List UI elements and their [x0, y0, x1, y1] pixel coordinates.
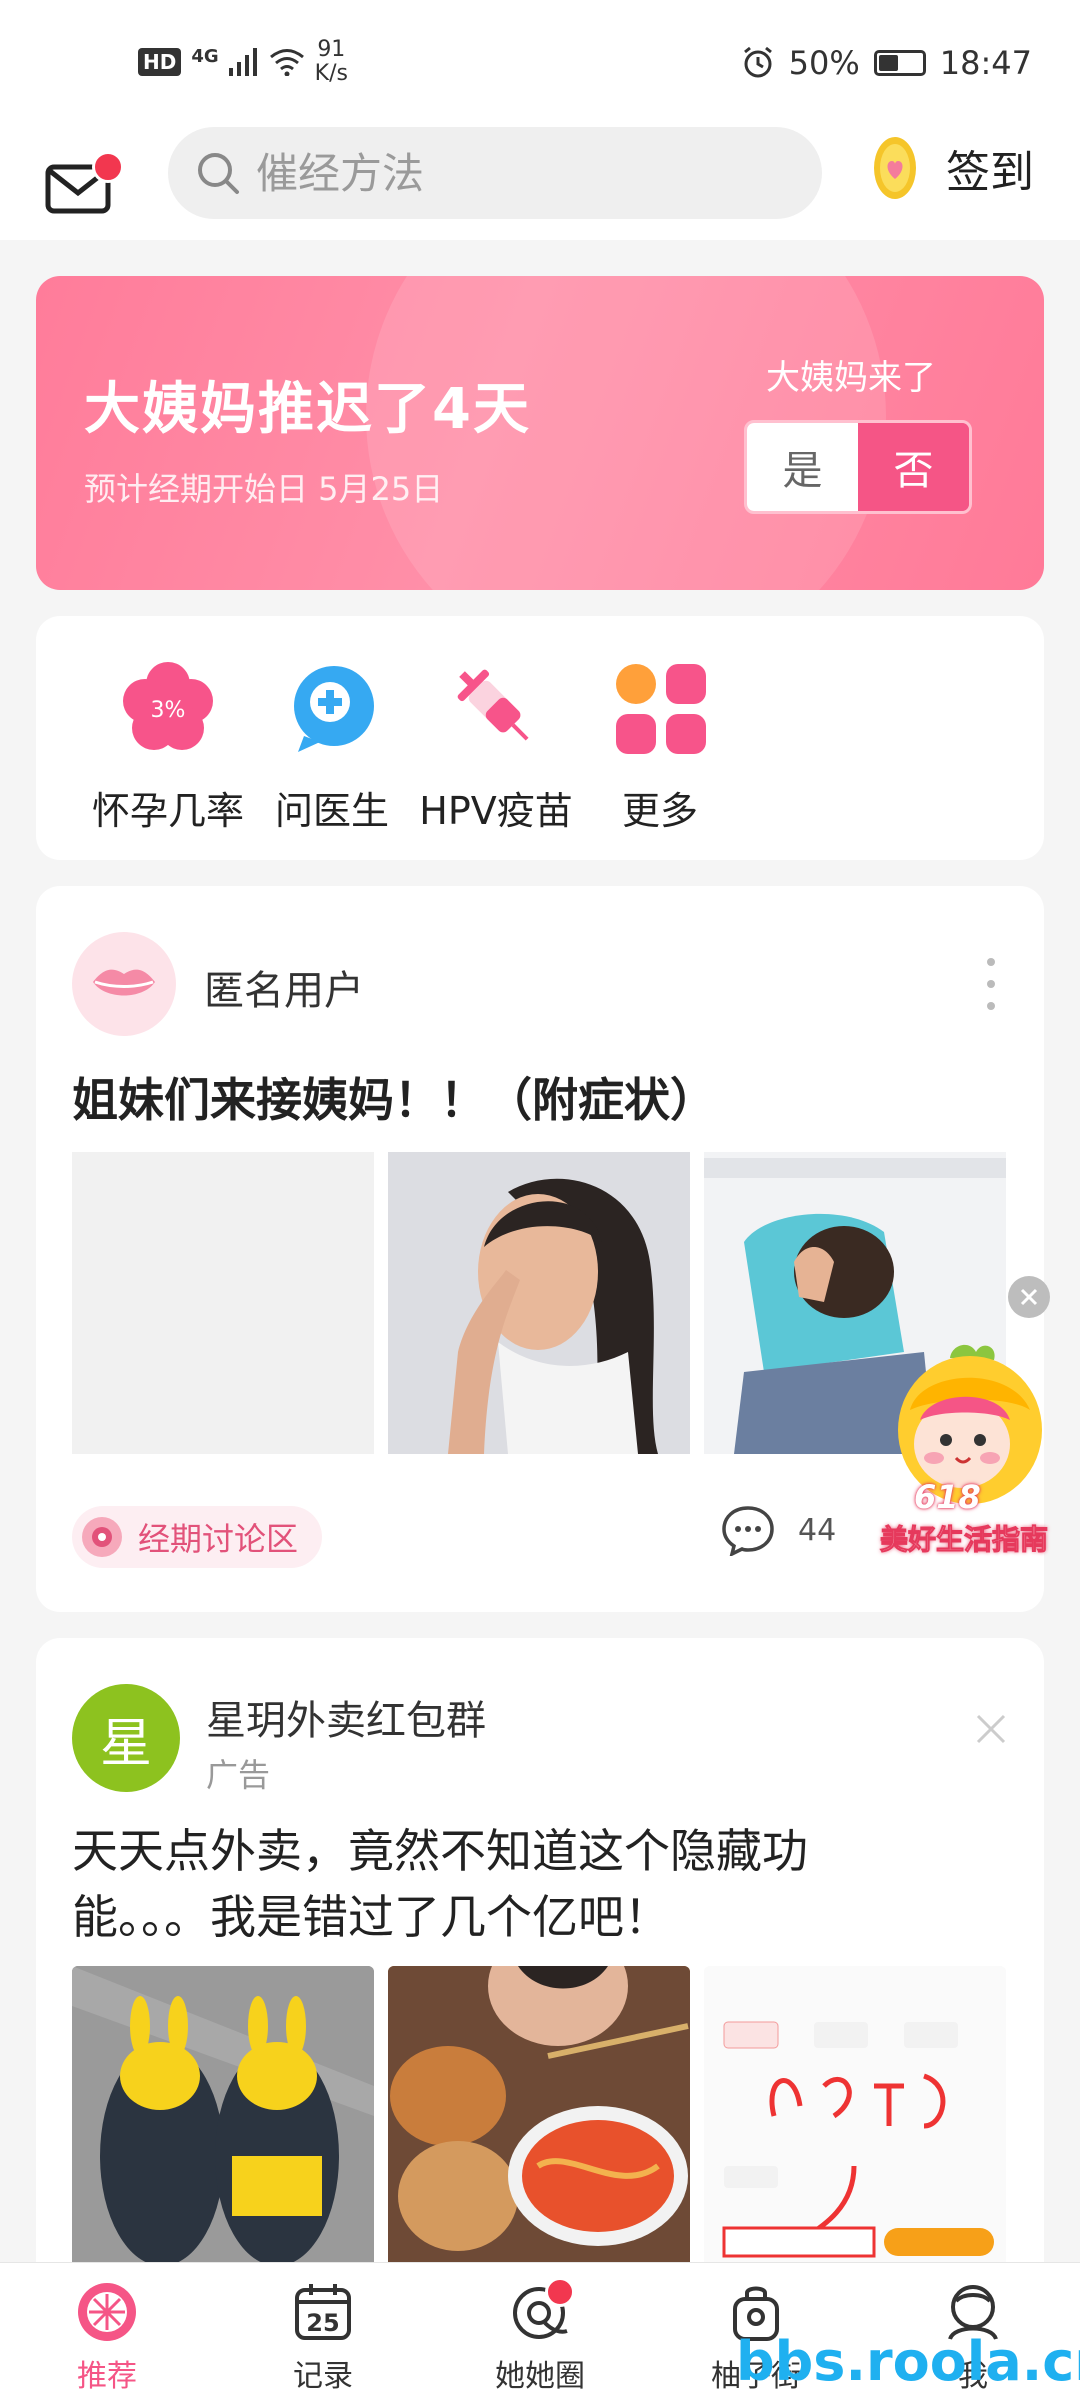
promo-close-button[interactable]: [1008, 1276, 1050, 1318]
wifi-icon: [269, 49, 304, 76]
doctor-chat-icon: [282, 658, 382, 758]
status-bar: HD 4G 91 K/s 50% 18:47: [0, 0, 1080, 125]
promo-618-badge: 618: [914, 1478, 981, 1516]
checkin-label: 签到: [946, 147, 1034, 198]
period-expected-date: 预计经期开始日 5月25日: [84, 470, 444, 508]
nav-community[interactable]: 她她圈: [465, 2277, 615, 2395]
quick-tools: 3% 怀孕几率 问医生 HPV疫苗 更多: [36, 616, 1044, 860]
nav-record[interactable]: 25 记录: [248, 2281, 398, 2395]
close-icon: [1020, 1288, 1038, 1306]
status-right: 50% 18:47: [741, 44, 1032, 82]
flower-icon: 3%: [118, 658, 218, 758]
mail-button[interactable]: [44, 145, 128, 221]
ad-image[interactable]: [704, 1966, 1006, 2268]
ad-image[interactable]: [72, 1966, 374, 2268]
speed-value: 91: [317, 37, 346, 62]
topic-tag[interactable]: 经期讨论区: [72, 1506, 323, 1568]
checkin-button[interactable]: 签到: [872, 135, 1034, 201]
post-image[interactable]: [72, 1152, 374, 1454]
svg-text:25: 25: [306, 2309, 339, 2337]
notification-dot: [92, 151, 124, 183]
comment-button[interactable]: 44: [720, 1504, 836, 1556]
nav-label: 记录: [293, 2359, 353, 2394]
no-button[interactable]: 否: [858, 423, 969, 511]
nav-recommend[interactable]: 推荐: [32, 2281, 182, 2395]
period-arrived-question: 大姨妈来了: [766, 358, 936, 398]
battery-icon: [873, 50, 926, 76]
battery-level: [878, 55, 898, 71]
more-options-icon[interactable]: [986, 956, 996, 1012]
yes-button[interactable]: 是: [747, 423, 858, 511]
watermark-text: bbs.roola.cn: [736, 2330, 1080, 2393]
period-status-card[interactable]: 大姨妈推迟了4天 预计经期开始日 5月25日 大姨妈来了 是 否: [36, 276, 1044, 590]
topic-label: 经期讨论区: [138, 1520, 299, 1558]
network-speed: 91 K/s: [315, 38, 348, 86]
ad-text[interactable]: 天天点外卖，竟然不知道这个隐藏功能。。。我是错过了几个亿吧！: [72, 1818, 912, 1950]
coin-icon: [874, 137, 916, 199]
search-bar[interactable]: [168, 127, 822, 219]
avatar[interactable]: [72, 932, 176, 1036]
grid-icon: [610, 658, 710, 758]
ad-author[interactable]: 星玥外卖红包群: [206, 1688, 486, 1746]
speed-unit: K/s: [314, 61, 348, 86]
promo-floating-badge[interactable]: 618 美好生活指南: [879, 1340, 1050, 1570]
nav-label: 推荐: [77, 2359, 137, 2394]
notification-dot: [545, 2277, 575, 2307]
network-type: 4G: [191, 45, 219, 67]
close-icon[interactable]: [974, 1712, 1008, 1746]
comment-icon: [722, 1506, 774, 1556]
avatar[interactable]: 星: [72, 1684, 180, 1792]
period-arrived-toggle: 是 否: [744, 420, 972, 514]
search-icon: [198, 153, 239, 194]
comment-count: 44: [798, 1512, 837, 1548]
clock: 18:47: [939, 44, 1032, 82]
period-delay-title: 大姨妈推迟了4天: [84, 377, 531, 442]
ad-card[interactable]: 星 星玥外卖红包群 广告 天天点外卖，竟然不知道这个隐藏功能。。。我是错过了几个…: [36, 1638, 1044, 2358]
post-image[interactable]: [388, 1152, 690, 1454]
tool-label: 更多: [621, 789, 698, 833]
status-left: HD 4G 91 K/s: [138, 38, 348, 86]
hd-badge: HD: [138, 48, 182, 76]
ad-label: 广告: [206, 1756, 271, 1794]
svg-text:3%: 3%: [151, 698, 186, 723]
alarm-icon: [743, 46, 772, 78]
search-input[interactable]: [254, 147, 778, 199]
promo-label: 美好生活指南: [879, 1523, 1049, 1557]
tool-more[interactable]: 更多: [560, 658, 760, 835]
syringe-icon: [446, 658, 546, 758]
calendar-icon: 25: [292, 2281, 354, 2343]
ad-image[interactable]: [388, 1966, 690, 2268]
post-author[interactable]: 匿名用户: [204, 958, 364, 1016]
nav-label: 她她圈: [495, 2359, 585, 2394]
post-title[interactable]: 姐妹们来接姨妈！！（附症状）: [72, 1064, 716, 1130]
topic-icon: [82, 1517, 122, 1557]
lips-icon: [93, 969, 155, 996]
battery-percent: 50%: [788, 44, 860, 82]
community-icon: [509, 2277, 575, 2343]
top-header: 签到: [0, 125, 1080, 240]
grapefruit-icon: [76, 2281, 138, 2343]
signal-icon: [228, 48, 257, 76]
